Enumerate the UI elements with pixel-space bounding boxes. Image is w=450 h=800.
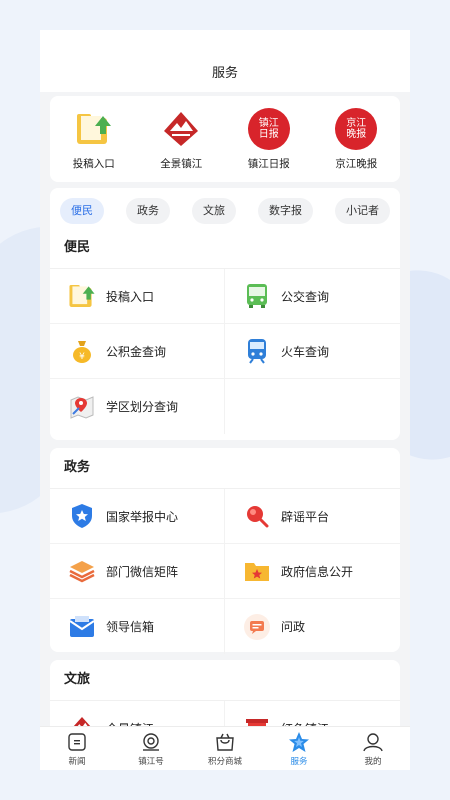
map-pin-icon [68,393,96,421]
bus-icon [243,282,271,310]
money-bag-icon: ¥ [68,337,96,365]
services-card: 便民 政务 文旅 数字报 小记者 便民 投稿入口 公交查询 ¥ 公积金查询 火车… [50,188,400,440]
filter-chip-little-reporter[interactable]: 小记者 [335,198,390,224]
jingjiang-evening-logo: 京江 晚报 [335,108,378,150]
filter-chip-wenlv[interactable]: 文旅 [192,198,236,224]
bianmin-grid: 投稿入口 公交查询 ¥ 公积金查询 火车查询 学区划分查询 [50,269,400,434]
mail-icon [68,613,96,641]
quick-link-label: 投稿入口 [72,158,115,170]
bottom-tab-bar: 新闻 镇江号 积分商城 服务 我的 [40,726,410,770]
user-icon [361,731,385,753]
folder-star-icon [243,557,271,585]
tab-label: 镇江号 [138,757,164,767]
service-label: 火车查询 [281,344,330,359]
svg-text:¥: ¥ [79,352,85,362]
folder-upload-icon [68,282,96,310]
section-title-wenlv: 文旅 [50,660,400,701]
tab-news[interactable]: 新闻 [42,731,112,767]
quick-link-label: 京江晚报 [335,158,378,170]
news-icon [65,731,89,753]
government-card: 政务 国家举报中心 辟谣平台 部门微信矩阵 政府信息公开 领导信箱 问政 [50,448,400,654]
tab-services[interactable]: 服务 [264,731,334,767]
service-label: 国家举报中心 [106,509,179,524]
service-leader-mailbox[interactable]: 领导信箱 [50,599,225,654]
tab-label: 新闻 [68,757,86,767]
layers-icon [68,557,96,585]
tab-mine[interactable]: 我的 [338,731,408,767]
tab-points-mall[interactable]: 积分商城 [190,731,260,767]
quick-link-zhenjiang-daily[interactable]: 镇江 日报 镇江日报 [228,108,310,171]
jingjiang-evening-logo-mark: 京江 晚报 [335,108,378,150]
page-header: 服务 [40,30,410,92]
quick-link-label: 镇江日报 [247,158,290,170]
section-title-zhengwu: 政务 [50,448,400,489]
tab-label: 我的 [364,757,382,767]
service-label: 公交查询 [281,289,330,304]
quick-links-card: 投稿入口 全景镇江 镇江 日报 镇江日报 京江 晚报 京江晚报 [50,96,400,182]
filter-chip-bianmin[interactable]: 便民 [60,198,104,224]
service-wechat-matrix[interactable]: 部门微信矩阵 [50,544,225,599]
service-wenzheng[interactable]: 问政 [225,599,400,654]
shopping-bag-icon [213,731,237,753]
account-icon [139,731,163,753]
zhengwu-grid: 国家举报中心 辟谣平台 部门微信矩阵 政府信息公开 领导信箱 问政 [50,489,400,654]
folder-upload-icon [73,108,115,150]
zhenjiang-daily-logo-mark: 镇江 日报 [247,108,290,150]
quick-link-label: 全景镇江 [160,158,203,170]
service-rumor-platform[interactable]: 辟谣平台 [225,489,400,544]
tab-label: 积分商城 [207,757,242,767]
section-title-bianmin: 便民 [50,228,400,269]
service-label: 公积金查询 [106,344,167,359]
service-gov-info-disclosure[interactable]: 政府信息公开 [225,544,400,599]
service-label: 学区划分查询 [106,400,179,414]
app-screen: 服务 投稿入口 全景镇江 镇江 日报 镇江日报 京江 晚报 京江晚报 便民 政务… [40,30,410,770]
service-label: 部门微信矩阵 [106,564,179,579]
filter-chip-zhengwu[interactable]: 政务 [126,198,170,224]
star-icon [287,731,311,753]
train-icon [243,337,271,365]
service-label: 问政 [281,620,306,634]
page-title: 服务 [211,66,238,81]
magnifier-icon [243,502,271,530]
service-label: 政府信息公开 [281,564,354,579]
service-school-district[interactable]: 学区划分查询 [50,379,225,434]
service-label: 辟谣平台 [281,509,330,524]
category-filter-bar: 便民 政务 文旅 数字报 小记者 [50,188,400,224]
tab-zhenjiang-account[interactable]: 镇江号 [116,731,186,767]
service-train-query[interactable]: 火车查询 [225,324,400,379]
empty-cell [225,379,400,434]
service-submission[interactable]: 投稿入口 [50,269,225,324]
chat-icon [243,613,271,641]
service-label: 领导信箱 [106,620,155,634]
panorama-logo-icon [160,108,202,150]
shield-star-icon [68,502,96,530]
tab-label: 服务 [290,757,308,767]
service-national-report-center[interactable]: 国家举报中心 [50,489,225,544]
service-label: 投稿入口 [106,289,155,304]
filter-chip-digital-paper[interactable]: 数字报 [258,198,313,224]
zhenjiang-daily-logo: 镇江 日报 [247,108,290,150]
quick-link-panorama[interactable]: 全景镇江 [140,108,222,171]
service-housing-fund[interactable]: ¥ 公积金查询 [50,324,225,379]
service-bus-query[interactable]: 公交查询 [225,269,400,324]
quick-link-jingjiang-evening[interactable]: 京江 晚报 京江晚报 [315,108,397,171]
quick-link-submission[interactable]: 投稿入口 [53,108,135,171]
